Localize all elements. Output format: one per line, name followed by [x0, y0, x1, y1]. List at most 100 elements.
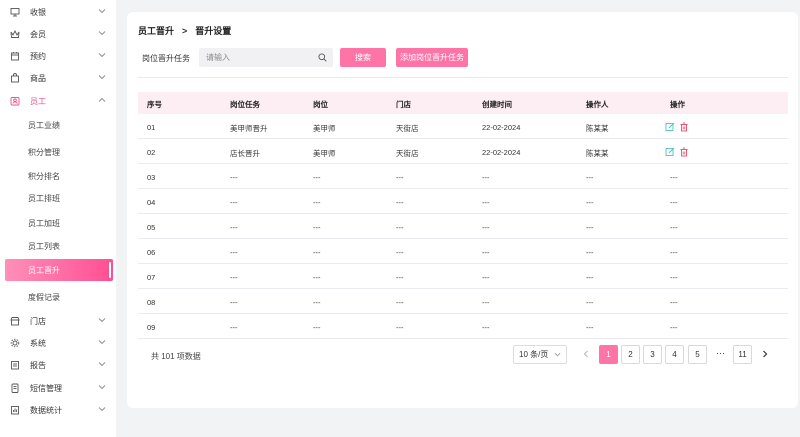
table-cell-store: --- — [396, 198, 404, 207]
bag-icon — [11, 73, 19, 83]
chevron-down-icon — [98, 407, 106, 412]
sidebar-subitem[interactable]: 员工列表 — [28, 241, 60, 252]
sidebar-item-4[interactable]: 员工 — [0, 91, 116, 111]
table-cell-no: 06 — [147, 248, 156, 257]
table-row: 06 --- --- --- --- --- --- — [138, 239, 788, 264]
page-1[interactable]: 1 — [599, 345, 618, 364]
page-4[interactable]: 4 — [665, 345, 684, 364]
edit-icon[interactable] — [665, 122, 675, 132]
table-cell-store: --- — [396, 173, 404, 182]
table-cell-created: --- — [482, 273, 490, 282]
sidebar-item-label: 数据统计 — [30, 405, 62, 415]
table-cell-operator: --- — [586, 248, 594, 257]
sidebar-subitem-active[interactable]: 员工晋升 — [5, 259, 113, 281]
table-cell-task: 店长晋升 — [230, 149, 260, 158]
table-cell-task: --- — [230, 323, 238, 332]
table-cell-actions: --- — [670, 198, 678, 207]
table-cell-actions: --- — [670, 298, 678, 307]
sidebar-subitem[interactable]: 员工排班 — [28, 193, 60, 204]
pagination-ellipsis[interactable]: ··· — [716, 348, 725, 358]
table-cell-task: --- — [230, 298, 238, 307]
column-header: 序号 — [147, 100, 162, 109]
person-card-icon — [10, 97, 20, 106]
chevron-down-icon — [98, 340, 106, 345]
sidebar-subitem[interactable]: 积分排名 — [28, 171, 60, 182]
report-icon — [11, 361, 19, 370]
table-cell-post: --- — [313, 273, 321, 282]
filter-label: 岗位晋升任务 — [142, 54, 190, 63]
promotion-table: 序号 岗位任务 岗位 门店 创建时间 操作人 操作 01 美甲师晋升 美甲师 天街店 22-02-20… — [138, 92, 788, 339]
table-cell-operator: --- — [586, 173, 594, 182]
table-cell-actions: --- — [670, 223, 678, 232]
table-cell-no: 01 — [147, 123, 156, 132]
table-cell-post: --- — [313, 223, 321, 232]
table-cell-no: 09 — [147, 323, 156, 332]
table-row: 08 --- --- --- --- --- --- — [138, 289, 788, 314]
table-cell-post: 美甲师 — [313, 124, 336, 133]
monitor-icon — [10, 8, 20, 17]
sidebar-item-6[interactable]: 系统 — [0, 333, 116, 353]
page-size-select[interactable]: 10 条/页 — [513, 345, 567, 364]
table-cell-post: --- — [313, 173, 321, 182]
sidebar-item-9[interactable]: 数据统计 — [0, 400, 116, 420]
table-row: 02 店长晋升 美甲师 天街店 22-02-2024 陈某某 — [138, 139, 788, 164]
delete-icon[interactable] — [679, 122, 689, 132]
table-cell-post: --- — [313, 248, 321, 257]
table-cell-created: --- — [482, 323, 490, 332]
sidebar-item-3[interactable]: 商品 — [0, 68, 116, 88]
table-cell-operator: --- — [586, 223, 594, 232]
table-cell-operator: 陈某某 — [586, 124, 609, 133]
table-cell-task: --- — [230, 173, 238, 182]
table-cell-no: 03 — [147, 173, 156, 182]
search-button[interactable]: 搜索 — [340, 48, 386, 67]
prev-page-icon[interactable] — [581, 349, 591, 359]
table-cell-created: --- — [482, 223, 490, 232]
breadcrumb-current: 晋升设置 — [195, 26, 232, 36]
table-cell-created: 22-02-2024 — [482, 148, 521, 157]
search-icon[interactable] — [318, 53, 327, 62]
sidebar-subitem[interactable]: 员工业绩 — [28, 120, 60, 131]
page-3[interactable]: 3 — [643, 345, 662, 364]
edit-icon[interactable] — [665, 147, 675, 157]
table-cell-post: --- — [313, 298, 321, 307]
column-header: 岗位 — [313, 100, 328, 109]
sidebar-item-0[interactable]: 收银 — [0, 2, 116, 22]
table-cell-store: 天街店 — [396, 149, 419, 158]
page-2[interactable]: 2 — [621, 345, 640, 364]
column-header: 岗位任务 — [230, 100, 260, 109]
sidebar-item-label: 系统 — [30, 338, 46, 348]
sidebar-item-label: 报告 — [30, 360, 46, 370]
table-cell-task: --- — [230, 198, 238, 207]
table-row: 07 --- --- --- --- --- --- — [138, 264, 788, 289]
sidebar-item-8[interactable]: 短信管理 — [0, 378, 116, 398]
sidebar-item-7[interactable]: 报告 — [0, 355, 116, 375]
page-5[interactable]: 5 — [688, 345, 707, 364]
table-cell-actions: --- — [670, 173, 678, 182]
sidebar-item-2[interactable]: 预约 — [0, 46, 116, 66]
sidebar-subitem[interactable]: 度假记录 — [28, 292, 60, 303]
sidebar-item-1[interactable]: 会员 — [0, 24, 116, 44]
chevron-down-icon — [98, 318, 106, 323]
sidebar-item-label: 员工 — [30, 96, 46, 106]
total-count: 共 101 项数据 — [151, 352, 201, 361]
table-cell-actions: --- — [670, 248, 678, 257]
breadcrumb-parent[interactable]: 员工晋升 — [138, 24, 174, 37]
search-input[interactable] — [199, 48, 309, 67]
sidebar-subitem[interactable]: 员工加班 — [28, 218, 60, 229]
sidebar-subitem[interactable]: 积分管理 — [28, 147, 60, 158]
delete-icon[interactable] — [679, 147, 689, 157]
next-page-icon[interactable] — [760, 349, 770, 359]
chevron-down-icon — [98, 75, 106, 80]
table-cell-no: 02 — [147, 148, 156, 157]
table-cell-no: 07 — [147, 273, 156, 282]
column-header: 门店 — [396, 100, 411, 109]
chevron-down-icon — [98, 9, 106, 14]
table-cell-task: --- — [230, 248, 238, 257]
sidebar-item-5[interactable]: 门店 — [0, 311, 116, 331]
table-row: 05 --- --- --- --- --- --- — [138, 214, 788, 239]
add-promotion-task-button[interactable]: 添加岗位晋升任务 — [396, 48, 468, 67]
page-last[interactable]: 11 — [733, 345, 752, 364]
table-row: 04 --- --- --- --- --- --- — [138, 189, 788, 214]
table-cell-actions: --- — [670, 323, 678, 332]
table-cell-no: 05 — [147, 223, 156, 232]
